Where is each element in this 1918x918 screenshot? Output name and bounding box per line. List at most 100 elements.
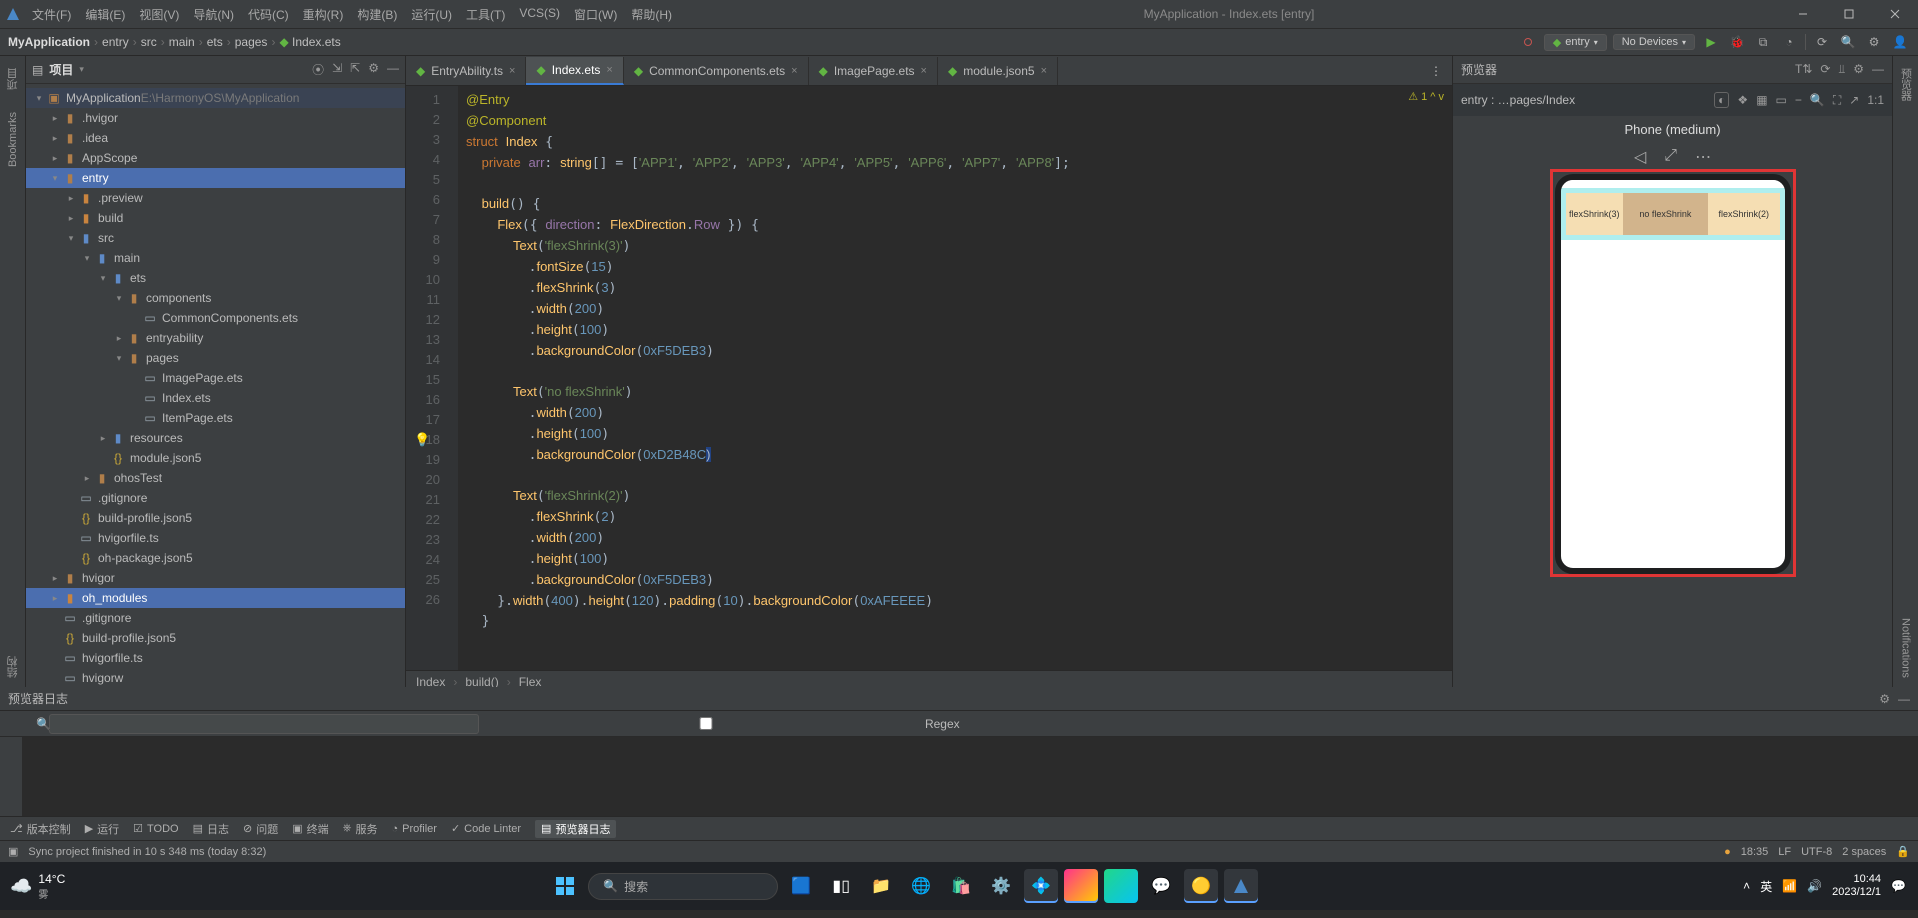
phone-rotate-icon[interactable]: ⤢ bbox=[1664, 147, 1677, 167]
preview-settings-icon[interactable]: ⚙ bbox=[1853, 62, 1864, 77]
menu-item[interactable]: 构建(B) bbox=[351, 6, 403, 23]
close-button[interactable] bbox=[1872, 0, 1918, 28]
device-selector[interactable]: No Devices▾ bbox=[1613, 34, 1695, 50]
tree-item[interactable]: ▸▮.idea bbox=[26, 128, 405, 148]
menu-item[interactable]: 编辑(E) bbox=[79, 6, 131, 23]
avatar-icon[interactable]: 👤 bbox=[1890, 32, 1910, 52]
taskbar-store-icon[interactable]: 🛍️ bbox=[944, 869, 978, 903]
crumb[interactable]: ets bbox=[207, 35, 223, 49]
coverage-icon[interactable]: ⧉ bbox=[1753, 32, 1773, 52]
tray-ime-icon[interactable]: 英 bbox=[1760, 878, 1772, 895]
expand-icon[interactable]: ⇲ bbox=[332, 61, 342, 78]
taskbar-pycharm-icon[interactable] bbox=[1104, 869, 1138, 903]
grid-icon[interactable]: ▦ bbox=[1756, 93, 1767, 107]
editor-tab[interactable]: ◆module.json5× bbox=[938, 57, 1058, 85]
project-tree[interactable]: ▾▣MyApplication E:\HarmonyOS\MyApplicati… bbox=[26, 84, 405, 692]
taskbar-widgets-icon[interactable]: ▮▯ bbox=[824, 869, 858, 903]
gutter-structure[interactable]: 结构 bbox=[5, 650, 21, 684]
taskbar-vscode-icon[interactable]: 💠 bbox=[1024, 869, 1058, 903]
layers-icon[interactable]: ❖ bbox=[1737, 93, 1748, 107]
menu-item[interactable]: 运行(U) bbox=[405, 6, 458, 23]
tree-item[interactable]: ▸▮entryability bbox=[26, 328, 405, 348]
phone-back-icon[interactable]: ◁ bbox=[1634, 147, 1646, 167]
tree-item[interactable]: ▾▮components bbox=[26, 288, 405, 308]
tree-item[interactable]: ▾▣MyApplication E:\HarmonyOS\MyApplicati… bbox=[26, 88, 405, 108]
tree-item[interactable]: ▾▮src bbox=[26, 228, 405, 248]
tree-item[interactable]: ▭ItemPage.ets bbox=[26, 408, 405, 428]
bottom-tool-6[interactable]: ⎈服务 bbox=[343, 821, 378, 837]
taskbar-copilot-icon[interactable]: 🟦 bbox=[784, 869, 818, 903]
gutter-bookmarks[interactable]: Bookmarks bbox=[7, 106, 19, 173]
orientation-icon[interactable]: ◐ bbox=[1714, 92, 1729, 108]
tree-item[interactable]: ▭hvigorw bbox=[26, 668, 405, 688]
status-notify-icon[interactable]: ● bbox=[1724, 846, 1731, 858]
editor-tab[interactable]: ◆ImagePage.ets× bbox=[809, 57, 938, 85]
tray-volume-icon[interactable]: 🔊 bbox=[1807, 879, 1822, 893]
close-tab-icon[interactable]: × bbox=[791, 65, 797, 77]
taskbar-intellij-icon[interactable] bbox=[1064, 869, 1098, 903]
tree-item[interactable]: ▾▮ets bbox=[26, 268, 405, 288]
sync-icon[interactable]: ⟳ bbox=[1812, 32, 1832, 52]
locate-icon[interactable]: ⦿ bbox=[312, 61, 324, 78]
crumb[interactable]: MyApplication bbox=[8, 35, 90, 49]
tree-item[interactable]: ▭hvigorfile.ts bbox=[26, 648, 405, 668]
bottom-tool-3[interactable]: ▤日志 bbox=[193, 821, 229, 837]
menu-item[interactable]: 导航(N) bbox=[187, 6, 240, 23]
profiler-icon[interactable]: ◔ bbox=[1779, 32, 1799, 52]
log-output[interactable] bbox=[22, 737, 1918, 816]
status-eol[interactable]: LF bbox=[1778, 846, 1791, 858]
system-tray[interactable]: ˄ 英 📶 🔊 10:44 2023/12/1 💬 bbox=[1731, 873, 1918, 899]
hide-preview-icon[interactable]: — bbox=[1872, 62, 1884, 77]
menu-item[interactable]: VCS(S) bbox=[513, 6, 566, 23]
run-icon[interactable]: ▶ bbox=[1701, 32, 1721, 52]
taskbar-edge-icon[interactable]: 🌐 bbox=[904, 869, 938, 903]
stop-icon[interactable] bbox=[1518, 32, 1538, 52]
taskbar-search[interactable]: 🔍 搜索 bbox=[588, 873, 778, 900]
phone-more-icon[interactable]: ⋯ bbox=[1695, 147, 1711, 167]
tree-item[interactable]: ▸▮build bbox=[26, 208, 405, 228]
menu-item[interactable]: 帮助(H) bbox=[625, 6, 678, 23]
gutter-project[interactable]: 项目 bbox=[5, 62, 21, 96]
bottom-tool-2[interactable]: ☑TODO bbox=[133, 822, 178, 835]
tree-item[interactable]: ▸▮oh_modules bbox=[26, 588, 405, 608]
menu-item[interactable]: 视图(V) bbox=[133, 6, 185, 23]
menu-item[interactable]: 工具(T) bbox=[460, 6, 511, 23]
bottom-tool-9[interactable]: ▤预览器日志 bbox=[535, 820, 616, 838]
tree-item[interactable]: ▭Index.ets bbox=[26, 388, 405, 408]
settings-icon[interactable]: ⚙ bbox=[1864, 32, 1884, 52]
close-tab-icon[interactable]: × bbox=[606, 64, 612, 76]
editor-tab[interactable]: ◆Index.ets× bbox=[526, 57, 623, 85]
phone-preview[interactable]: flexShrink(3) no flexShrink flexShrink(2… bbox=[1555, 174, 1791, 574]
panel-settings-icon[interactable]: ⚙ bbox=[368, 61, 379, 78]
tree-item[interactable]: {}oh-package.json5 bbox=[26, 548, 405, 568]
tree-item[interactable]: ▭ImagePage.ets bbox=[26, 368, 405, 388]
taskbar-explorer-icon[interactable]: 📁 bbox=[864, 869, 898, 903]
crumb[interactable]: src bbox=[141, 35, 157, 49]
crumb[interactable]: entry bbox=[102, 35, 129, 49]
tree-item[interactable]: {}build-profile.json5 bbox=[26, 508, 405, 528]
editor-tab[interactable]: ◆EntryAbility.ts× bbox=[406, 57, 526, 85]
crumb[interactable]: ◆ Index.ets bbox=[279, 35, 340, 49]
crumb[interactable]: main bbox=[169, 35, 195, 49]
code-editor[interactable]: @Entry @Component struct Index { private… bbox=[458, 86, 1452, 670]
regex-checkbox[interactable]: Regex bbox=[491, 717, 960, 731]
tree-item[interactable]: ▸▮.preview bbox=[26, 188, 405, 208]
tabs-more-icon[interactable]: ⋮ bbox=[1420, 57, 1452, 85]
tree-item[interactable]: ▸▮hvigor bbox=[26, 568, 405, 588]
bottom-tool-4[interactable]: ⊘问题 bbox=[243, 821, 278, 837]
taskbar-clock[interactable]: 10:44 2023/12/1 bbox=[1832, 873, 1881, 899]
tree-item[interactable]: ▭.gitignore bbox=[26, 488, 405, 508]
status-indent[interactable]: 2 spaces bbox=[1842, 846, 1886, 858]
tree-item[interactable]: ▾▮main bbox=[26, 248, 405, 268]
crumb[interactable]: pages bbox=[235, 35, 268, 49]
fit-icon[interactable]: ⛶ bbox=[1833, 93, 1841, 108]
tree-item[interactable]: ▾▮entry bbox=[26, 168, 405, 188]
tree-item[interactable]: ▸▮ohosTest bbox=[26, 468, 405, 488]
menu-item[interactable]: 窗口(W) bbox=[568, 6, 623, 23]
gutter-previewer[interactable]: 预览器 bbox=[1898, 62, 1914, 107]
close-tab-icon[interactable]: × bbox=[921, 65, 927, 77]
tree-item[interactable]: {}module.json5 bbox=[26, 448, 405, 468]
text-icon[interactable]: T⇅ bbox=[1795, 62, 1812, 77]
gutter-notifications[interactable]: Notifications bbox=[1900, 612, 1912, 684]
bottom-tool-1[interactable]: ▶运行 bbox=[85, 821, 119, 837]
